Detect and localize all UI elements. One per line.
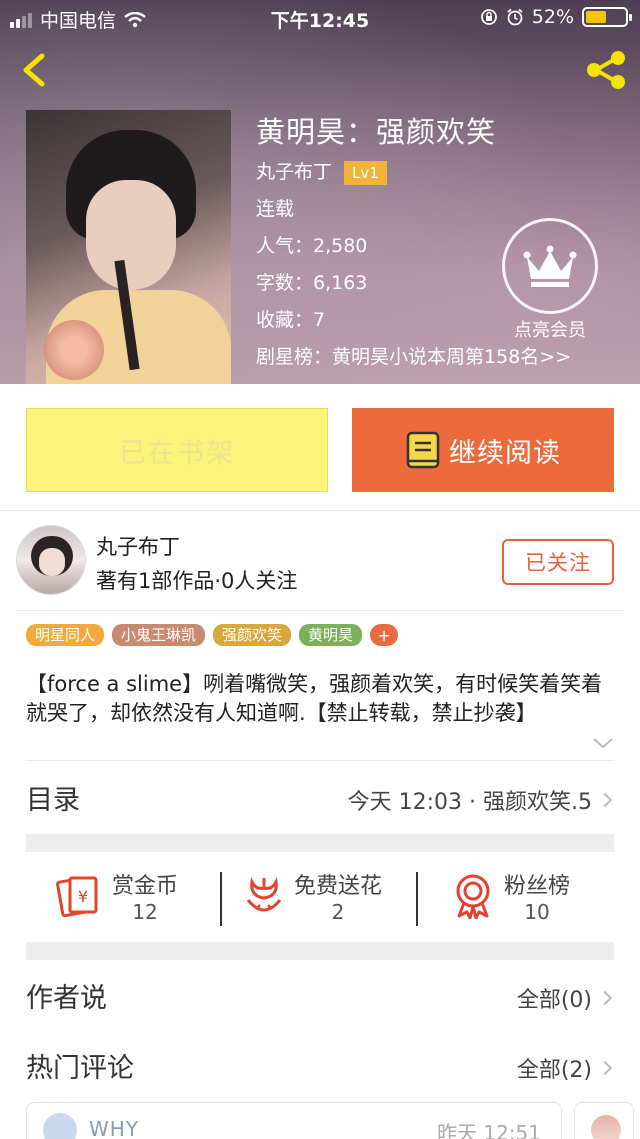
status-bar: 中国电信 下午12:45 52%: [0, 0, 640, 36]
tag-item[interactable]: 黄明昊: [299, 624, 363, 646]
commenter-name: WHY: [89, 1117, 140, 1139]
follow-button[interactable]: 已关注: [502, 539, 614, 585]
action-bar: 已在书架 继续阅读: [0, 384, 640, 510]
book-title: 黄明昊：强颜欢笑: [256, 115, 497, 149]
hot-comments-all-label: 全部(2): [516, 1058, 592, 1083]
book-header: 中国电信 下午12:45 52% 黄明昊：强颜欢笑 丸子布丁 Lv1 连载 人气…: [0, 0, 640, 384]
author-card-meta: 著有1部作品·0人关注: [96, 569, 298, 593]
chevron-right-icon: [597, 792, 613, 808]
vip-button[interactable]: 点亮会员: [500, 218, 600, 342]
book-icon: [406, 431, 440, 469]
comment-time: 昨天 12:51: [437, 1121, 541, 1139]
book-summary[interactable]: 【force a slime】咧着嘴微笑，强颜着欢笑，有时候笑着笑着就哭了，却依…: [26, 670, 616, 728]
red-envelope-icon: ¥: [56, 876, 98, 918]
stat-label: 赏金币: [112, 874, 179, 899]
tag-item[interactable]: 强颜欢笑: [213, 624, 292, 646]
chevron-left-icon: [23, 53, 45, 87]
battery-percent: 52%: [531, 6, 574, 28]
tag-item[interactable]: 小鬼王琳凯: [112, 624, 206, 646]
continue-reading-label: 继续阅读: [449, 437, 561, 469]
flower-icon: [246, 877, 282, 912]
toc-latest-chapter: 今天 12:03 · 强颜欢笑.5: [347, 790, 592, 815]
chevron-down-icon: [593, 738, 613, 749]
book-author[interactable]: 丸子布丁: [256, 154, 332, 191]
chevron-right-icon: [597, 1060, 613, 1076]
book-cover[interactable]: [26, 110, 231, 384]
reward-coins-button[interactable]: ¥ 赏金币 12: [56, 868, 178, 924]
back-button[interactable]: [14, 50, 54, 90]
stat-value: 12: [132, 900, 158, 924]
author-says-all-label: 全部(0): [516, 988, 592, 1013]
toc-title: 目录: [26, 785, 80, 816]
tag-list: 明星同人 小鬼王琳凯 强颜欢笑 黄明昊 +: [26, 624, 399, 646]
share-icon: [587, 51, 625, 89]
battery-icon: [582, 7, 632, 27]
medal-icon: [456, 874, 490, 919]
author-card-name[interactable]: 丸子布丁: [96, 531, 180, 561]
commenter-avatar: [43, 1113, 77, 1139]
author-says-all-link[interactable]: 全部(0): [516, 982, 613, 1014]
author-card: 丸子布丁 著有1部作品·0人关注 已关注: [0, 510, 640, 610]
orientation-lock-icon: [480, 9, 497, 25]
book-description: 明星同人 小鬼王琳凯 强颜欢笑 黄明昊 + 【force a slime】咧着嘴…: [0, 610, 640, 760]
stat-label: 粉丝榜: [504, 874, 571, 899]
chevron-right-icon: [597, 990, 613, 1006]
table-of-contents-row[interactable]: 目录 今天 12:03 · 强颜欢笑.5: [0, 760, 640, 834]
svg-text:¥: ¥: [78, 887, 88, 906]
hot-comments-title: 热门评论: [26, 1053, 134, 1084]
share-button[interactable]: [584, 50, 628, 90]
author-says-title: 作者说: [26, 983, 107, 1014]
hot-comments-all-link[interactable]: 全部(2): [516, 1052, 613, 1084]
comment-card[interactable]: [574, 1102, 634, 1139]
on-shelf-button[interactable]: 已在书架: [26, 408, 328, 492]
stat-value: 2: [331, 900, 345, 924]
stat-label: 免费送花: [294, 874, 383, 899]
continue-reading-button[interactable]: 继续阅读: [352, 408, 614, 492]
commenter-avatar: [591, 1115, 621, 1139]
author-level-badge: Lv1: [344, 160, 387, 185]
crown-icon: [523, 245, 577, 287]
fan-ranking-button[interactable]: 粉丝榜 10: [452, 868, 570, 924]
comment-card[interactable]: WHY 昨天 12:51: [26, 1102, 562, 1139]
alarm-icon: [507, 8, 523, 26]
vip-label: 点亮会员: [514, 320, 586, 341]
support-stats: ¥ 赏金币 12 免费送花 2 粉丝榜 10: [0, 834, 640, 960]
tag-item[interactable]: 明星同人: [26, 624, 105, 646]
send-flower-button[interactable]: 免费送花 2: [244, 868, 382, 924]
ranking-link[interactable]: 剧星榜：黄明昊小说本周第158名>>: [256, 339, 571, 376]
add-tag-button[interactable]: +: [370, 624, 399, 646]
stat-value: 10: [524, 900, 550, 924]
expand-button[interactable]: [592, 734, 614, 753]
avatar[interactable]: [16, 525, 86, 595]
